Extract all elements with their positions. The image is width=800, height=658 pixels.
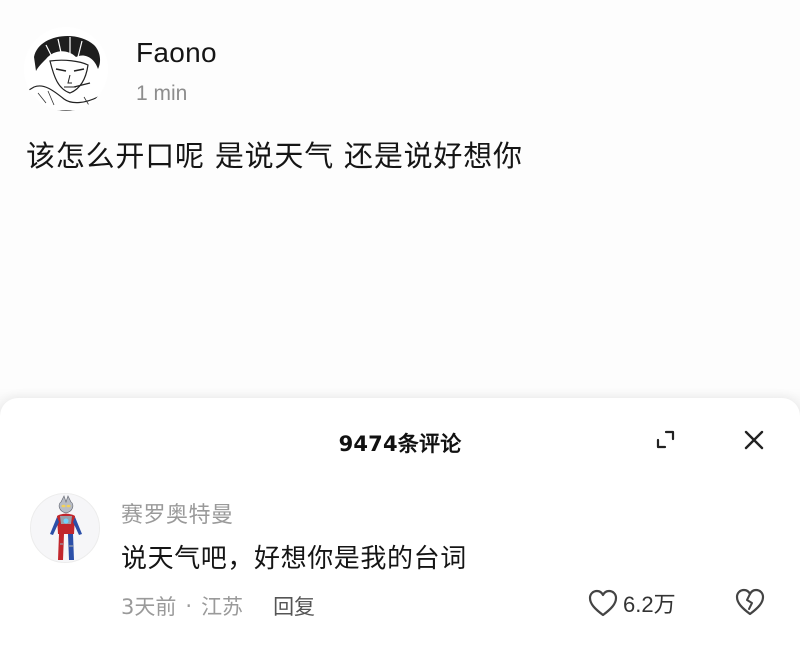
expand-icon: [656, 430, 675, 449]
like-button[interactable]: 6.2万: [587, 587, 676, 619]
commenter-avatar[interactable]: [30, 493, 100, 563]
comment-location: 江苏: [201, 595, 244, 619]
commenter-username[interactable]: 赛罗奥特曼: [121, 497, 234, 529]
reply-button[interactable]: 回复: [273, 591, 315, 621]
comments-count-title: 9474条评论: [338, 432, 462, 456]
comment-meta: 3天前 · 江苏 回复: [121, 591, 315, 621]
expand-button[interactable]: [652, 426, 680, 454]
comment-text: 说天气吧，好想你是我的台词: [121, 544, 467, 574]
author-name[interactable]: Faono: [136, 37, 217, 69]
like-count: 6.2万: [623, 592, 676, 617]
comments-sheet: 9474条评论 赛罗奥特曼 说天气吧，好想你是我的台词 3天前 · 江苏 回复 …: [0, 398, 800, 658]
post: Faono 1 min 该怎么开口呢 是说天气 还是说好想你: [0, 0, 800, 400]
post-timestamp: 1 min: [136, 82, 188, 105]
heart-icon: [588, 589, 618, 617]
close-button[interactable]: [740, 426, 768, 454]
post-text: 该怎么开口呢 是说天气 还是说好想你: [26, 139, 523, 173]
meta-separator: ·: [185, 594, 193, 618]
ultraman-avatar-icon: [31, 494, 99, 562]
author-avatar[interactable]: [24, 27, 108, 111]
sketch-portrait-icon: [24, 27, 108, 111]
comment-time: 3天前: [121, 595, 177, 619]
close-icon: [744, 430, 764, 450]
dislike-button[interactable]: [734, 587, 766, 617]
broken-heart-icon: [735, 588, 765, 616]
